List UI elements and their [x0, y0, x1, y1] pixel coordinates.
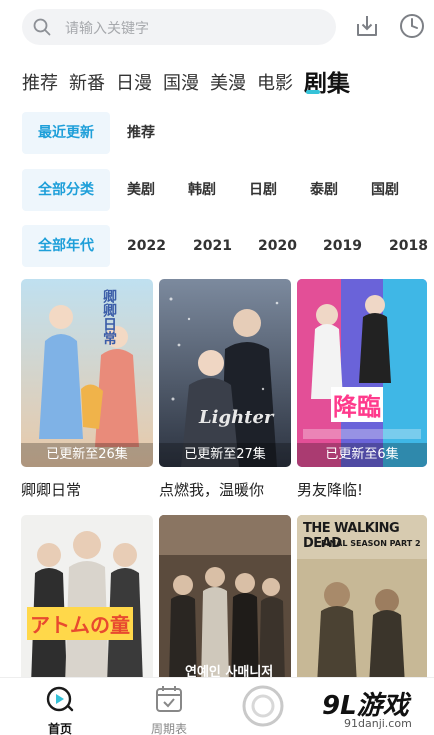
drama-card[interactable]: THE WALKING DEAD FINAL SEASON PART 2 — [297, 515, 427, 685]
filter-option-2021[interactable]: 2021 — [193, 225, 232, 267]
poster-image: Lighter 已更新至27集 — [159, 279, 291, 467]
poster-title-text: 卿卿日常 — [101, 289, 117, 345]
filter-option-chinese-drama[interactable]: 国剧 — [371, 169, 399, 211]
filter-option-recommend[interactable]: 推荐 — [127, 112, 155, 154]
history-clock-icon[interactable] — [398, 12, 426, 40]
search-icon — [33, 18, 51, 36]
filter-option-us-drama[interactable]: 美剧 — [127, 169, 155, 211]
filter-chip-all-years[interactable]: 全部年代 — [22, 225, 110, 267]
drama-card[interactable]: 卿卿日常 已更新至26集 卿卿日常 — [21, 279, 153, 500]
nav-item-schedule[interactable]: 周期表 — [129, 678, 209, 735]
tab-chinese-anime[interactable]: 国漫 — [163, 70, 199, 98]
nav-label-schedule: 周期表 — [150, 722, 187, 735]
poster-title-text: 降臨 — [331, 387, 383, 422]
filter-row-sort: 最近更新 推荐 — [0, 112, 434, 154]
filter-chip-all-categories[interactable]: 全部分类 — [22, 169, 110, 211]
filter-option-2019[interactable]: 2019 — [323, 225, 362, 267]
drama-card[interactable]: 降臨 已更新至6集 男友降临! — [297, 279, 427, 500]
card-title: 男友降临! — [297, 481, 364, 499]
episode-badge: 已更新至27集 — [159, 443, 291, 467]
card-title: 点燃我，温暖你 — [159, 481, 265, 499]
filter-row-type: 全部分类 美剧 韩剧 日剧 泰剧 国剧 — [0, 169, 434, 211]
search-row: 请输入关键字 — [0, 0, 434, 56]
poster-image: 卿卿日常 已更新至26集 — [21, 279, 153, 467]
episode-badge: 已更新至26集 — [21, 443, 153, 467]
nav-label-home: 首页 — [47, 722, 72, 735]
filter-option-japanese-drama[interactable]: 日剧 — [249, 169, 277, 211]
poster-subtitle-text: FINAL SEASON PART 2 — [321, 539, 421, 548]
filter-option-korean-drama[interactable]: 韩剧 — [188, 169, 216, 211]
filter-option-2022[interactable]: 2022 — [127, 225, 166, 267]
home-play-icon — [46, 686, 74, 712]
filter-option-2018[interactable]: 2018 — [389, 225, 428, 267]
drama-card[interactable]: アトムの童 — [21, 515, 153, 685]
search-placeholder: 请输入关键字 — [65, 21, 149, 37]
drama-card[interactable]: Lighter 已更新至27集 点燃我，温暖你 — [159, 279, 291, 500]
nav-item-home[interactable]: 首页 — [20, 678, 100, 735]
tab-new-anime[interactable]: 新番 — [69, 70, 105, 98]
poster-image: 연예인 사매니저 — [159, 515, 291, 685]
watermark-url: 91danji.com — [344, 717, 412, 730]
poster-image: THE WALKING DEAD FINAL SEASON PART 2 — [297, 515, 427, 685]
tab-recommend[interactable]: 推荐 — [22, 70, 58, 98]
filter-chip-latest-update[interactable]: 最近更新 — [22, 112, 110, 154]
poster-title-text: Lighter — [199, 407, 274, 428]
poster-image: アトムの童 — [21, 515, 153, 685]
poster-title-text: アトムの童 — [27, 607, 133, 640]
calendar-icon — [156, 686, 182, 712]
tab-american-anime[interactable]: 美漫 — [210, 70, 246, 98]
filter-option-2020[interactable]: 2020 — [258, 225, 297, 267]
poster-image: 降臨 已更新至6集 — [297, 279, 427, 467]
tab-series[interactable]: 剧集 — [304, 70, 350, 98]
watermark-circle-icon — [242, 685, 284, 727]
episode-badge: 已更新至6集 — [297, 443, 427, 467]
drama-card[interactable]: 연예인 사매니저 — [159, 515, 291, 685]
tab-movies[interactable]: 电影 — [257, 70, 293, 98]
card-title: 卿卿日常 — [21, 481, 82, 499]
tab-japanese-anime[interactable]: 日漫 — [116, 70, 152, 98]
watermark-overlay: 9L游戏 91danji.com — [236, 679, 434, 735]
search-input[interactable]: 请输入关键字 — [22, 9, 336, 45]
category-tabs: 推荐 新番 日漫 国漫 美漫 电影 剧集 — [22, 64, 361, 98]
download-icon[interactable] — [353, 12, 381, 40]
filter-row-year: 全部年代 2022 2021 2020 2019 2018 — [0, 225, 434, 267]
filter-option-thai-drama[interactable]: 泰剧 — [310, 169, 338, 211]
